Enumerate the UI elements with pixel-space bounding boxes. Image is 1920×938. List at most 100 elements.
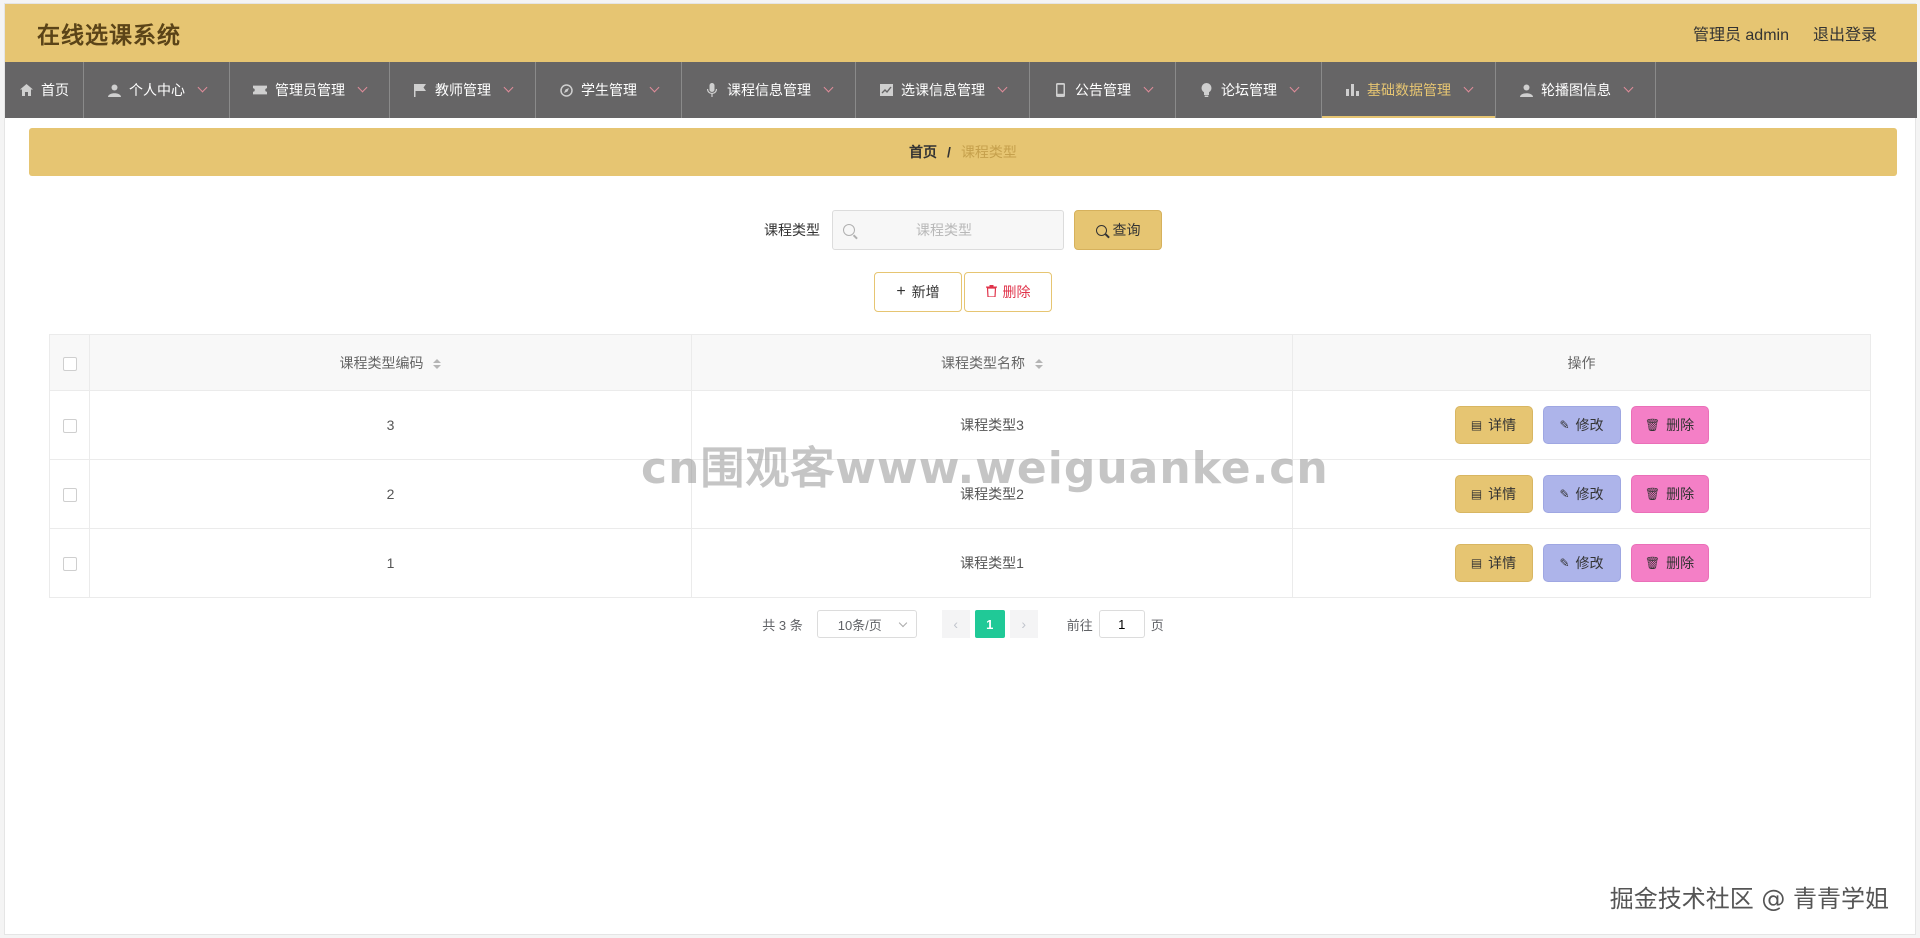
goto-suffix: 页 — [1150, 617, 1164, 633]
cell-code: 3 — [89, 390, 692, 460]
table-row: 1 课程类型1 ▤ 详情 ✎ 修改 🗑 删除 — [49, 528, 1871, 598]
nav-item-personal-center[interactable]: 个人中心 — [84, 62, 230, 118]
page-number-current[interactable]: 1 — [974, 610, 1005, 638]
chevron-down-icon — [898, 618, 907, 627]
nav-item-teacher-mgmt[interactable]: 教师管理 — [390, 62, 536, 118]
nav-item-forum-mgmt[interactable]: 论坛管理 — [1176, 62, 1322, 118]
chart-icon — [879, 83, 893, 97]
header-user-area: 管理员 admin 退出登录 — [1693, 21, 1877, 45]
delete-button[interactable]: 🗑 删除 — [1630, 475, 1709, 513]
query-button[interactable]: 查询 — [1074, 210, 1162, 250]
chevron-right-icon: › — [1021, 616, 1027, 632]
page-size-value: 10条/页 — [837, 617, 882, 633]
nav-item-enrollment-info-mgmt[interactable]: 选课信息管理 — [856, 62, 1030, 118]
nav-label: 基础数据管理 — [1367, 82, 1451, 98]
app-frame: 在线选课系统 管理员 admin 退出登录 首页 个人中心 管理员管理 教师管理… — [4, 3, 1917, 935]
detail-button[interactable]: ▤ 详情 — [1454, 406, 1533, 444]
add-button[interactable]: + 新增 — [874, 272, 962, 312]
nav-label: 轮播图信息 — [1541, 82, 1611, 98]
bulk-delete-label: 删除 — [1002, 284, 1031, 300]
nav-item-student-mgmt[interactable]: 学生管理 — [536, 62, 682, 118]
pencil-icon: ✎ — [1559, 418, 1570, 432]
nav-label: 论坛管理 — [1221, 82, 1277, 98]
delete-label: 删除 — [1666, 486, 1695, 502]
row-checkbox[interactable] — [62, 557, 77, 572]
cell-code: 2 — [89, 459, 692, 529]
bulk-delete-button[interactable]: 删除 — [964, 272, 1052, 312]
table-row: 3 课程类型3 ▤ 详情 ✎ 修改 🗑 删除 — [49, 390, 1871, 460]
chevron-left-icon: ‹ — [953, 616, 959, 632]
footer-watermark: 掘金技术社区 @ 青青学姐 — [1609, 885, 1889, 913]
cell-code: 1 — [89, 528, 692, 598]
detail-button[interactable]: ▤ 详情 — [1454, 544, 1533, 582]
nav-label: 公告管理 — [1075, 82, 1131, 98]
query-button-label: 查询 — [1112, 222, 1141, 238]
delete-button[interactable]: 🗑 删除 — [1630, 544, 1709, 582]
detail-label: 详情 — [1488, 555, 1517, 571]
chevron-down-icon — [649, 82, 660, 92]
select-all-checkbox[interactable] — [62, 356, 77, 371]
nav-label: 课程信息管理 — [727, 82, 811, 98]
app-title: 在线选课系统 — [37, 22, 181, 48]
row-checkbox[interactable] — [62, 488, 77, 503]
phone-icon — [1053, 83, 1067, 97]
prev-page-button[interactable]: ‹ — [941, 610, 970, 638]
chevron-down-icon — [503, 82, 514, 92]
goto-page-input[interactable] — [1098, 610, 1145, 638]
logout-link[interactable]: 退出登录 — [1813, 21, 1877, 45]
current-user-label[interactable]: 管理员 admin — [1693, 21, 1789, 45]
row-checkbox[interactable] — [62, 419, 77, 434]
chevron-down-icon — [1289, 82, 1300, 92]
nav-item-carousel-info[interactable]: 轮播图信息 — [1496, 62, 1656, 118]
nav-item-home[interactable]: 首页 — [5, 62, 84, 118]
delete-button[interactable]: 🗑 删除 — [1630, 406, 1709, 444]
home-icon — [19, 83, 33, 97]
edit-button[interactable]: ✎ 修改 — [1542, 544, 1621, 582]
plus-icon: + — [896, 283, 906, 300]
nav-item-admin-mgmt[interactable]: 管理员管理 — [230, 62, 390, 118]
bar-chart-icon — [1345, 83, 1359, 97]
nav-item-course-info-mgmt[interactable]: 课程信息管理 — [682, 62, 856, 118]
trash-icon — [985, 284, 997, 300]
search-label: 课程类型 — [764, 222, 820, 238]
row-select-cell — [49, 528, 90, 598]
pencil-icon: ✎ — [1559, 487, 1570, 501]
cell-actions: ▤ 详情 ✎ 修改 🗑 删除 — [1292, 390, 1871, 460]
nav-item-announcement-mgmt[interactable]: 公告管理 — [1030, 62, 1176, 118]
trash-icon: 🗑 — [1644, 487, 1661, 501]
detail-button[interactable]: ▤ 详情 — [1454, 475, 1533, 513]
chevron-down-icon — [1463, 82, 1474, 92]
cell-name: 课程类型2 — [691, 459, 1293, 529]
nav-label: 管理员管理 — [275, 82, 345, 98]
search-icon — [1095, 224, 1107, 236]
search-input[interactable] — [855, 211, 1063, 249]
chevron-down-icon — [357, 82, 368, 92]
edit-button[interactable]: ✎ 修改 — [1542, 406, 1621, 444]
table-row: 2 课程类型2 ▤ 详情 ✎ 修改 🗑 删除 — [49, 459, 1871, 529]
trash-icon: 🗑 — [1644, 556, 1661, 570]
sort-icon[interactable] — [1034, 358, 1043, 369]
cell-name: 课程类型3 — [691, 390, 1293, 460]
chevron-down-icon — [997, 82, 1008, 92]
sort-icon[interactable] — [433, 358, 442, 369]
ticket-icon — [253, 83, 267, 97]
column-header-code[interactable]: 课程类型编码 — [89, 334, 692, 391]
breadcrumb: 首页 / 课程类型 — [29, 128, 1897, 176]
column-header-actions: 操作 — [1292, 334, 1871, 391]
page-size-select[interactable]: 10条/页 — [816, 610, 917, 638]
pagination-total: 共 3 条 — [762, 617, 803, 633]
edit-button[interactable]: ✎ 修改 — [1542, 475, 1621, 513]
trash-icon: 🗑 — [1644, 418, 1661, 432]
select-all-cell — [49, 334, 90, 391]
column-header-name[interactable]: 课程类型名称 — [691, 334, 1293, 391]
nav-label: 学生管理 — [581, 82, 637, 98]
nav-item-basic-data-mgmt[interactable]: 基础数据管理 — [1322, 62, 1496, 118]
delete-label: 删除 — [1666, 555, 1695, 571]
flag-icon — [413, 83, 427, 97]
edit-label: 修改 — [1575, 417, 1604, 433]
user-icon — [107, 83, 121, 97]
top-header: 在线选课系统 管理员 admin 退出登录 — [5, 4, 1917, 62]
breadcrumb-home[interactable]: 首页 — [909, 142, 937, 162]
next-page-button[interactable]: › — [1009, 610, 1038, 638]
action-bar: + 新增 删除 — [29, 272, 1897, 312]
